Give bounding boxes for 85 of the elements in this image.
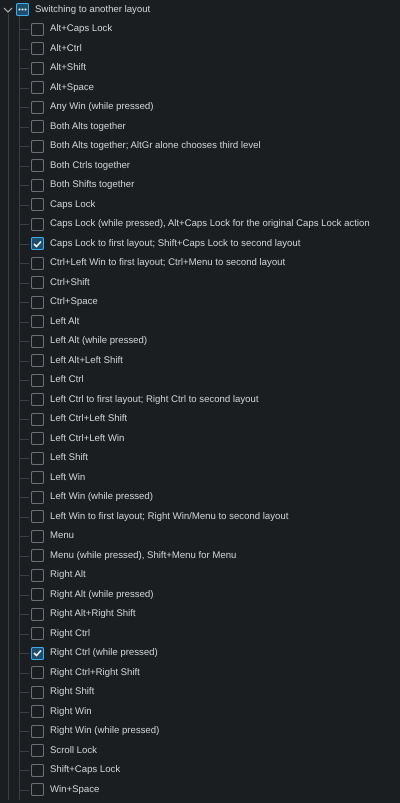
- checkmark-icon: [33, 240, 42, 248]
- checkbox[interactable]: [31, 764, 44, 777]
- option-label: Menu (while pressed), Shift+Menu for Menu: [50, 548, 236, 563]
- option-label: Right Alt (while pressed): [50, 588, 154, 602]
- checkbox[interactable]: [31, 218, 44, 231]
- option-label: Left Alt+Left Shift: [50, 354, 123, 368]
- option-label: Caps Lock: [50, 198, 96, 212]
- option-label: Any Win (while pressed): [50, 100, 154, 114]
- checkbox[interactable]: [31, 159, 44, 172]
- checkbox[interactable]: [31, 256, 44, 270]
- checkbox[interactable]: [31, 705, 44, 718]
- option-label: Both Ctrls together: [50, 158, 130, 173]
- option-label: Shift+Caps Lock: [50, 763, 120, 778]
- option-label: Left Ctrl+Left Win: [50, 432, 124, 446]
- option-label: Left Ctrl to first layout; Right Ctrl to second layout: [50, 392, 258, 407]
- option-label: Left Alt: [50, 314, 80, 329]
- checkbox[interactable]: [31, 724, 44, 738]
- checkbox[interactable]: [31, 549, 44, 562]
- option-label: Caps Lock to first layout; Shift+Caps Lock to second layout: [50, 236, 300, 251]
- checkbox[interactable]: [31, 666, 44, 680]
- checkbox[interactable]: [31, 81, 44, 94]
- checkbox[interactable]: [31, 334, 44, 348]
- dots-icon: [18, 8, 27, 12]
- checkbox[interactable]: [31, 627, 44, 640]
- option-label: Both Alts together: [50, 120, 126, 134]
- checkbox[interactable]: [31, 510, 44, 524]
- option-label: Alt+Caps Lock: [50, 22, 112, 36]
- checkbox[interactable]: [31, 178, 44, 192]
- checkbox[interactable]: [31, 490, 44, 504]
- option-label: Both Shifts together: [50, 178, 134, 192]
- option-label: Left Win (while pressed): [50, 490, 153, 504]
- option-label: Right Ctrl+Right Shift: [50, 666, 140, 680]
- option-label: Win+Space: [50, 782, 100, 797]
- checkbox[interactable]: [31, 588, 44, 602]
- option-label: Alt+Ctrl: [50, 42, 82, 56]
- option-label: Right Alt+Right Shift: [50, 607, 136, 622]
- checkbox[interactable]: [31, 744, 44, 758]
- checkbox[interactable]: [31, 354, 44, 368]
- option-label: Ctrl+Space: [50, 295, 98, 310]
- option-label: Menu: [50, 529, 74, 544]
- checkbox[interactable]: [31, 22, 44, 36]
- checkbox[interactable]: [31, 276, 44, 290]
- group-label: Switching to another layout: [35, 2, 150, 17]
- checkbox[interactable]: [31, 296, 44, 309]
- option-label: Left Alt (while pressed): [50, 334, 148, 348]
- option-label: Right Win (while pressed): [50, 724, 160, 738]
- checkbox[interactable]: [31, 42, 44, 56]
- checkbox[interactable]: [31, 471, 44, 484]
- checkbox[interactable]: [31, 237, 44, 250]
- option-label: Alt+Space: [50, 80, 94, 95]
- checkbox[interactable]: [31, 783, 44, 796]
- option-label: Alt+Shift: [50, 61, 86, 76]
- option-label: Left Shift: [50, 451, 88, 466]
- checkbox[interactable]: [31, 608, 44, 621]
- checkbox[interactable]: [31, 530, 44, 543]
- option-label: Left Ctrl+Left Shift: [50, 412, 128, 426]
- checkbox[interactable]: [31, 120, 44, 134]
- option-label: Right Win: [50, 704, 92, 719]
- checkbox[interactable]: [31, 62, 44, 75]
- option-label: Caps Lock (while pressed), Alt+Caps Lock for the original Caps Lock action: [50, 217, 370, 232]
- checkbox[interactable]: [31, 412, 44, 426]
- checkbox[interactable]: [31, 315, 44, 328]
- option-label: Right Ctrl: [50, 626, 90, 641]
- checkmark-icon: [33, 649, 42, 658]
- option-label: Right Shift: [50, 685, 94, 700]
- checkbox[interactable]: [31, 100, 44, 114]
- option-label: Left Win: [50, 470, 86, 485]
- checkbox[interactable]: [31, 140, 44, 153]
- checkbox[interactable]: [31, 432, 44, 446]
- option-label: Scroll Lock: [50, 744, 97, 758]
- checkbox[interactable]: [31, 686, 44, 699]
- checkbox[interactable]: [31, 374, 44, 387]
- option-label: Ctrl+Left Win to first layout; Ctrl+Menu to second layout: [50, 256, 286, 270]
- checkbox[interactable]: [31, 646, 44, 660]
- option-label: Right Alt: [50, 568, 86, 582]
- option-label: Left Win to first layout; Right Win/Menu to second layout: [50, 510, 288, 524]
- option-label: Ctrl+Shift: [50, 276, 90, 290]
- checkbox[interactable]: [31, 198, 44, 212]
- option-label: Left Ctrl: [50, 373, 84, 388]
- checkbox[interactable]: [31, 568, 44, 582]
- option-label: Both Alts together; AltGr alone chooses third level: [50, 139, 261, 154]
- tristate-checkbox[interactable]: [16, 3, 29, 16]
- checkbox[interactable]: [31, 393, 44, 406]
- checkbox[interactable]: [31, 452, 44, 465]
- option-label: Right Ctrl (while pressed): [50, 646, 158, 660]
